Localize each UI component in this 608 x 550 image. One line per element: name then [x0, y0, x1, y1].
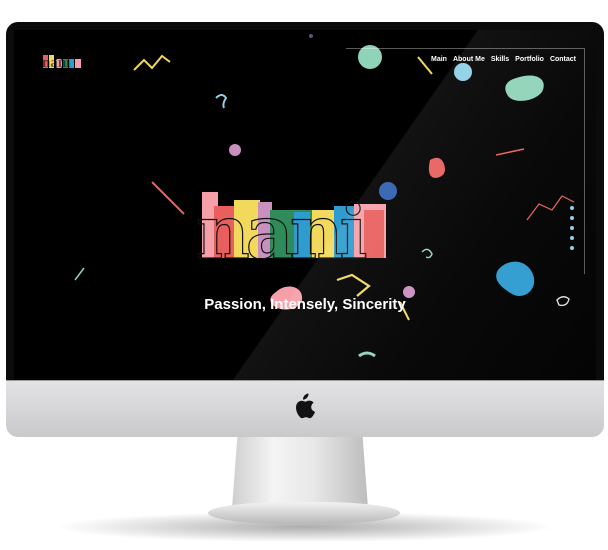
apple-icon	[296, 393, 315, 419]
section-dot[interactable]	[570, 206, 574, 210]
monitor-stand-base	[208, 502, 400, 524]
website-screen: nani Main About Me Skills Portfolio Cont…	[14, 30, 596, 380]
hero-tagline: Passion, Intensely, Sincerity	[204, 296, 406, 313]
nav-portfolio[interactable]: Portfolio	[515, 56, 544, 63]
section-indicator	[570, 206, 574, 250]
hero-logo-text: nani	[196, 190, 367, 266]
section-dot[interactable]	[570, 236, 574, 240]
frame-line-right	[584, 48, 585, 274]
nav-contact[interactable]: Contact	[550, 56, 576, 63]
monitor-bezel: nani Main About Me Skills Portfolio Cont…	[6, 22, 604, 382]
nav-skills[interactable]: Skills	[491, 56, 509, 63]
imac-monitor: nani Main About Me Skills Portfolio Cont…	[6, 22, 604, 437]
section-dot[interactable]	[570, 226, 574, 230]
section-dot[interactable]	[570, 246, 574, 250]
nav-main[interactable]: Main	[431, 56, 447, 63]
section-dot[interactable]	[570, 216, 574, 220]
monitor-stand	[232, 436, 368, 508]
hero-logo: nani	[195, 189, 386, 266]
nav-about-me[interactable]: About Me	[453, 56, 485, 63]
site-logo-text: nani	[42, 55, 70, 70]
frame-line-top	[346, 48, 584, 49]
site-logo[interactable]: nani	[41, 52, 87, 70]
main-nav: Main About Me Skills Portfolio Contact	[431, 56, 576, 63]
